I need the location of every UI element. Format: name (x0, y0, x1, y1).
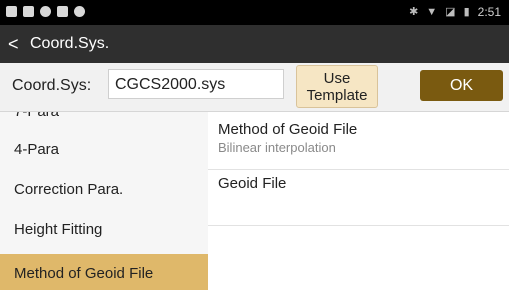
android-icon (74, 6, 85, 17)
use-template-label-line1: Use (323, 69, 351, 87)
setting-value: Bilinear interpolation (218, 140, 336, 155)
square-icon (23, 6, 34, 17)
setting-title: Method of Geoid File (218, 121, 358, 138)
no-sim-icon: ◪ (445, 6, 456, 18)
list-item-7-para[interactable]: 7-Para (0, 112, 208, 124)
back-arrow-icon[interactable]: < (8, 25, 30, 63)
lock-icon (57, 6, 68, 17)
status-icons-left (6, 6, 85, 17)
coord-system-label: Coord.Sys: (12, 77, 92, 94)
status-icons-right: ✱ ▼ ◪ ▮ 2:51 (409, 4, 501, 20)
bluetooth-icon: ✱ (409, 6, 419, 18)
page-title: Coord.Sys. (30, 35, 110, 52)
method-of-geoid-file-setting[interactable]: Method of Geoid File Bilinear interpolat… (208, 120, 509, 170)
list-item-correction-para[interactable]: Correction Para. (0, 170, 208, 210)
setting-title: Geoid File (218, 175, 287, 192)
ok-button[interactable]: OK (420, 70, 503, 101)
list-item-4-para[interactable]: 4-Para (0, 130, 208, 170)
parameter-list: 7-Para 4-Para Correction Para. Height Fi… (0, 112, 208, 290)
wifi-icon: ▼ (426, 6, 438, 18)
image-icon (6, 6, 17, 17)
title-bar: < Coord.Sys. (0, 25, 509, 63)
list-item-method-of-geoid-file[interactable]: Method of Geoid File (0, 254, 208, 290)
use-template-label-line2: Template (306, 86, 368, 104)
geoid-file-setting[interactable]: Geoid File (208, 174, 509, 226)
use-template-button[interactable]: Use Template (296, 65, 378, 108)
battery-icon: ▮ (463, 6, 470, 18)
list-item-height-fitting[interactable]: Height Fitting (0, 210, 208, 250)
status-time: 2:51 (477, 5, 501, 19)
status-bar: ✱ ▼ ◪ ▮ 2:51 (0, 0, 509, 25)
coord-system-input[interactable]: CGCS2000.sys (108, 69, 284, 99)
detail-panel: Method of Geoid File Bilinear interpolat… (208, 112, 509, 290)
coord-system-row: Coord.Sys: CGCS2000.sys Use Template OK (0, 63, 509, 112)
circle-icon (40, 6, 51, 17)
screen: ✱ ▼ ◪ ▮ 2:51 < Coord.Sys. Coord.Sys: CGC… (0, 0, 509, 290)
